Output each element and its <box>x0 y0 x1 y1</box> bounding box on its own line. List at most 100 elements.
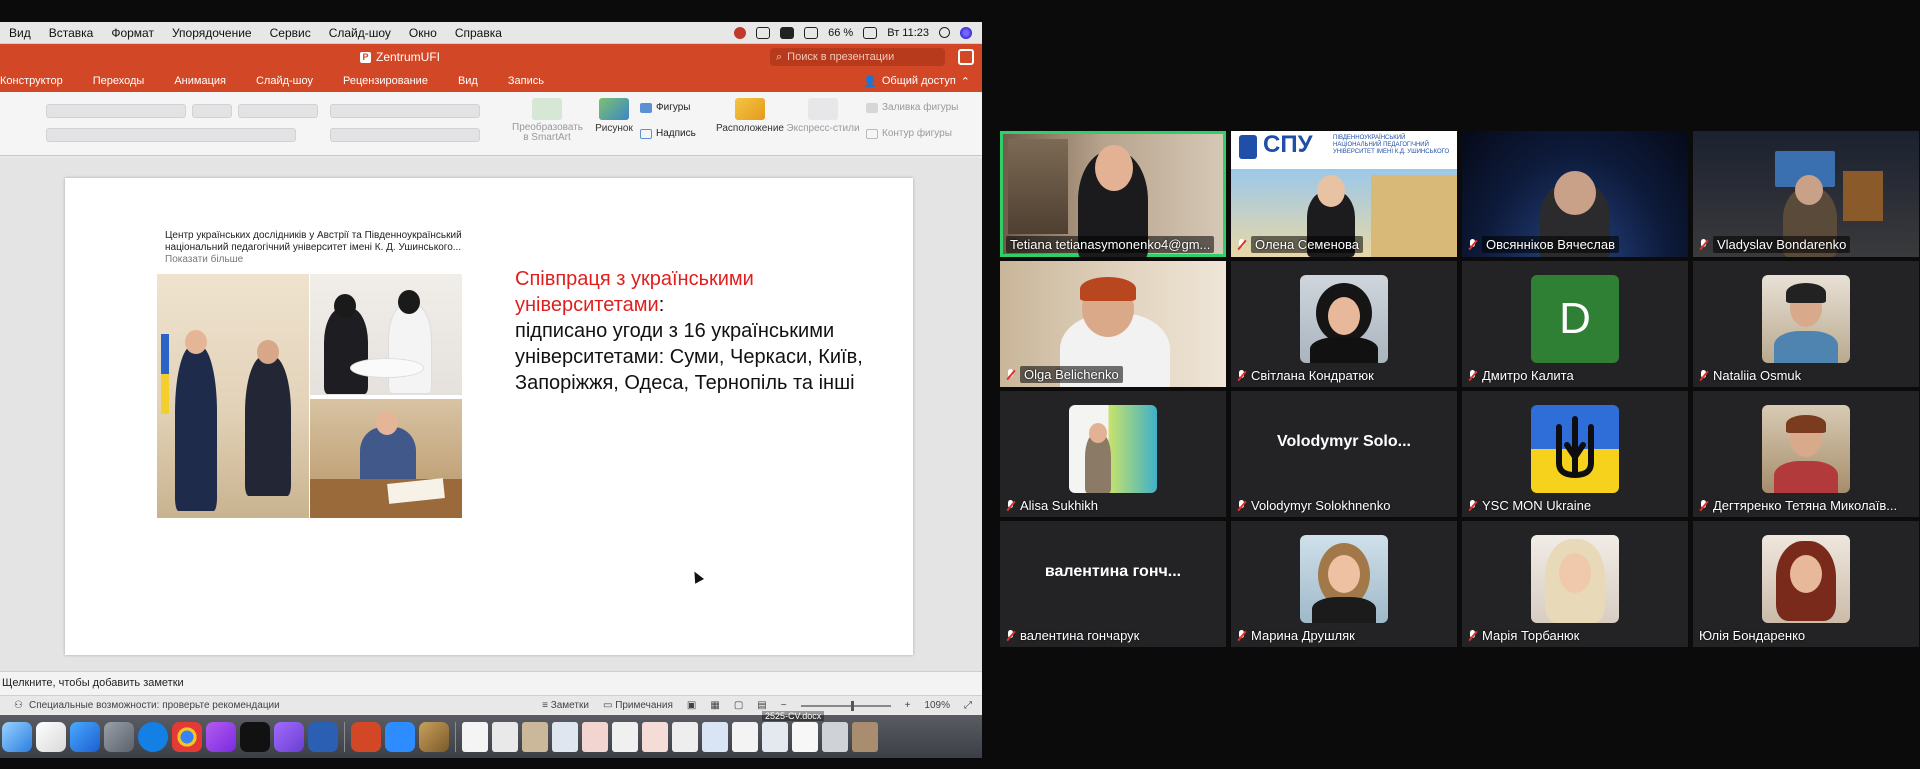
menu-view[interactable]: Вид <box>0 26 40 40</box>
participant-tile[interactable]: СПУ ПІВДЕННОУКРАЇНСЬКИЙ НАЦІОНАЛЬНИЙ ПЕД… <box>1231 131 1457 257</box>
font-size-buttons[interactable] <box>238 104 318 118</box>
slideshow-view-icon[interactable]: ▤ <box>757 700 766 711</box>
input-source-icon[interactable] <box>780 26 795 39</box>
participant-tile[interactable]: Vladyslav Bondarenko <box>1693 131 1919 257</box>
minimized-window-3[interactable] <box>522 721 548 752</box>
normal-view-icon[interactable]: ▣ <box>687 700 696 711</box>
participant-tile[interactable]: Світлана Кондратюк <box>1231 261 1457 387</box>
tab-slideshow[interactable]: Слайд-шоу <box>241 75 328 87</box>
menu-help[interactable]: Справка <box>446 26 511 40</box>
clock[interactable]: Вт 11:23 <box>887 27 929 39</box>
battery-level[interactable]: 66 % <box>828 27 853 39</box>
app-store-icon[interactable] <box>70 721 100 752</box>
chrome-icon[interactable] <box>172 721 202 752</box>
arrange-button[interactable]: Расположение <box>716 98 784 134</box>
tab-view[interactable]: Вид <box>443 75 493 87</box>
spotlight-search-icon[interactable] <box>939 27 950 38</box>
minimized-window-8[interactable] <box>672 721 698 752</box>
quick-styles-button[interactable]: Экспресс-стили <box>786 98 860 134</box>
fit-to-window-icon[interactable]: ⤢ <box>964 700 972 711</box>
word-icon[interactable] <box>308 721 338 752</box>
finder-icon[interactable] <box>2 721 32 752</box>
notes-app-icon[interactable] <box>36 721 66 752</box>
insert-picture-button[interactable]: Рисунок <box>592 98 636 134</box>
viber-icon[interactable] <box>274 721 304 752</box>
tab-review[interactable]: Рецензирование <box>328 75 443 87</box>
minimized-window-7[interactable] <box>642 721 668 752</box>
menu-window[interactable]: Окно <box>400 26 446 40</box>
shapes-button[interactable]: Фигуры <box>640 102 690 113</box>
shape-outline-button[interactable]: Контур фигуры <box>866 128 952 139</box>
minimized-window-13[interactable] <box>852 721 878 752</box>
minimized-window-6[interactable] <box>612 721 638 752</box>
minimized-window-5[interactable] <box>582 721 608 752</box>
share-icon[interactable] <box>958 49 974 65</box>
powerpoint-dock-icon[interactable] <box>351 721 381 752</box>
minimized-window-12[interactable] <box>792 721 818 752</box>
list-buttons[interactable] <box>330 104 480 118</box>
photos-stack-icon[interactable] <box>419 721 449 752</box>
minimized-window-9[interactable] <box>702 721 728 752</box>
tab-animations[interactable]: Анимация <box>159 75 241 87</box>
text-format-buttons[interactable] <box>46 128 296 142</box>
minimized-window-1[interactable] <box>462 721 488 752</box>
siri-icon[interactable] <box>960 26 972 39</box>
record-icon[interactable] <box>734 26 747 39</box>
screen-mirror-icon[interactable] <box>756 26 771 39</box>
font-name-select[interactable] <box>46 104 186 118</box>
minimized-window-11[interactable] <box>762 721 788 752</box>
participant-tile[interactable]: Tetiana tetianasymonenko4@gm... <box>1000 131 1226 257</box>
alignment-buttons[interactable] <box>330 128 480 142</box>
share-button[interactable]: 👤 Общий доступ ⌃ <box>863 75 982 88</box>
convert-smartart-button[interactable]: Преобразовать в SmartArt <box>512 98 583 143</box>
menu-arrange[interactable]: Упорядочение <box>163 26 261 40</box>
zoom-level[interactable]: 109% <box>924 700 950 711</box>
participant-tile[interactable]: YSC MON Ukraine <box>1462 391 1688 517</box>
participant-tile[interactable]: Марія Торбанюк <box>1462 521 1688 647</box>
notes-toggle-button[interactable]: ≡ Заметки <box>542 700 589 711</box>
apple-tv-icon[interactable] <box>240 721 270 752</box>
menu-insert[interactable]: Вставка <box>40 26 103 40</box>
tab-design[interactable]: Конструктор <box>0 75 78 87</box>
tab-record[interactable]: Запись <box>493 75 559 87</box>
comments-toggle-button[interactable]: ▭ Примечания <box>603 700 673 711</box>
wifi-icon[interactable] <box>804 26 819 39</box>
participant-tile[interactable]: валентина гонч... валентина гончарук <box>1000 521 1226 647</box>
menu-tools[interactable]: Сервис <box>261 26 320 40</box>
podcasts-icon[interactable] <box>206 721 236 752</box>
shape-fill-button[interactable]: Заливка фигуры <box>866 102 958 113</box>
participant-tile[interactable]: Alisa Sukhikh <box>1000 391 1226 517</box>
minimized-window-2[interactable] <box>492 721 518 752</box>
participant-tile[interactable]: Марина Друшляк <box>1231 521 1457 647</box>
font-size-select[interactable] <box>192 104 232 118</box>
participant-tile[interactable]: Volodymyr Solo... Volodymyr Solokhnenko <box>1231 391 1457 517</box>
menu-format[interactable]: Формат <box>102 26 163 40</box>
menu-slideshow[interactable]: Слайд-шоу <box>320 26 400 40</box>
slide-body-text[interactable]: Співпраця з українськими університетами:… <box>515 266 865 396</box>
zoom-in-icon[interactable]: + <box>905 700 911 711</box>
minimized-window-4[interactable] <box>552 721 578 752</box>
participant-tile[interactable]: Nataliia Osmuk <box>1693 261 1919 387</box>
minimized-window-10[interactable] <box>732 721 758 752</box>
participant-tile[interactable]: Овсянніков Вячеслав <box>1462 131 1688 257</box>
participant-tile[interactable]: Юлія Бондаренко <box>1693 521 1919 647</box>
reading-view-icon[interactable]: ▢ <box>734 700 743 711</box>
slide-sorter-icon[interactable]: ▦ <box>710 700 719 711</box>
textbox-button[interactable]: Надпись <box>640 128 696 139</box>
skype-icon[interactable] <box>138 721 168 752</box>
smartart-icon <box>532 98 562 120</box>
trident-icon <box>1556 416 1594 479</box>
current-slide[interactable]: Центр українських дослідників у Австрії … <box>65 178 913 655</box>
zoom-slider[interactable] <box>800 700 891 711</box>
zoom-app-icon[interactable] <box>385 721 415 752</box>
participant-tile[interactable]: D Дмитро Калита <box>1462 261 1688 387</box>
participant-tile[interactable]: Olga Belichenko <box>1000 261 1226 387</box>
accessibility-check[interactable]: ⚇ Специальные возможности: проверьте рек… <box>0 700 280 711</box>
tab-transitions[interactable]: Переходы <box>78 75 160 87</box>
participant-tile[interactable]: Дегтяренко Тетяна Миколаїв... <box>1693 391 1919 517</box>
notes-pane[interactable]: Щелкните, чтобы добавить заметки <box>0 671 982 695</box>
zoom-out-icon[interactable]: − <box>781 700 787 711</box>
system-settings-icon[interactable] <box>104 721 134 752</box>
presentation-search[interactable]: ⌕ Поиск в презентации <box>770 48 945 66</box>
trash-icon[interactable] <box>822 721 848 752</box>
